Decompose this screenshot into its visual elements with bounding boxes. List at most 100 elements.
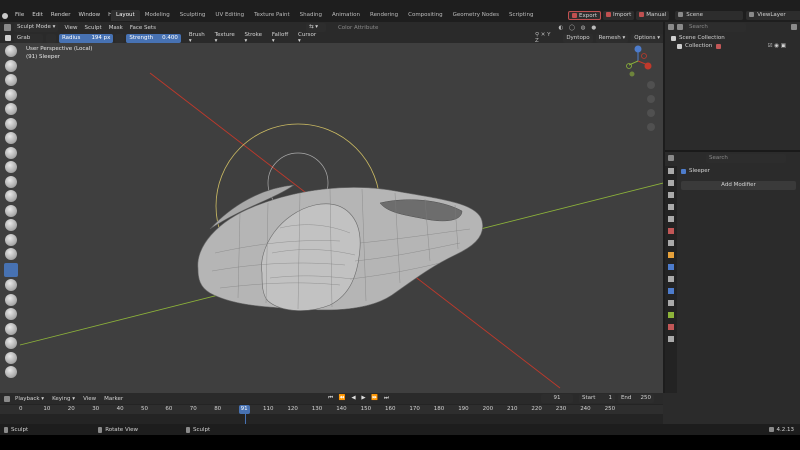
particles-tab-icon[interactable]	[668, 276, 674, 282]
tab-sculpting[interactable]: Sculpting	[175, 10, 211, 21]
multiplane-scrape-brush-icon[interactable]	[5, 233, 17, 246]
tool-tab-icon[interactable]	[668, 168, 674, 174]
tab-uv-editing[interactable]: UV Editing	[210, 10, 249, 21]
menu-view[interactable]: View	[64, 25, 77, 31]
tab-modeling[interactable]: Modeling	[140, 10, 175, 21]
layer-brush-icon[interactable]	[5, 117, 17, 130]
nudge-brush-icon[interactable]	[5, 337, 17, 349]
properties-search-input[interactable]: Search	[706, 153, 786, 163]
frame-ruler[interactable]: 0 10 20 30 40 50 60 70 80 91 110 120 130 140 150 160 170…	[0, 405, 663, 414]
thumb-brush-icon[interactable]	[5, 308, 17, 320]
collection-tab-icon[interactable]	[668, 240, 674, 246]
viewport-scene[interactable]	[0, 43, 663, 393]
brush-selector[interactable]: Grab	[13, 33, 44, 43]
clay-thumb-brush-icon[interactable]	[5, 103, 17, 115]
tab-texture-paint[interactable]: Texture Paint	[249, 10, 295, 21]
draw-sharp-brush-icon[interactable]	[5, 59, 17, 72]
current-frame-field[interactable]: 91	[540, 394, 573, 403]
zoom-icon[interactable]	[647, 81, 655, 89]
blender-logo-icon[interactable]	[2, 12, 8, 19]
visibility-checkbox[interactable]: ☑ ◉ ▣	[768, 43, 786, 49]
snake-hook-brush-icon[interactable]	[5, 293, 17, 306]
crease-brush-icon[interactable]	[5, 161, 17, 173]
menu-playback[interactable]: Playback ▾	[15, 396, 44, 402]
tab-layout[interactable]: Layout	[111, 10, 140, 21]
grab-brush-icon[interactable]	[4, 262, 18, 277]
navigation-gizmo[interactable]	[626, 45, 652, 77]
menu-face-sets[interactable]: Face Sets	[130, 25, 156, 31]
manual-button[interactable]: Manual	[636, 11, 670, 20]
tab-shading[interactable]: Shading	[295, 10, 327, 21]
mode-selector[interactable]: Sculpt Mode ▾	[14, 23, 59, 32]
end-frame-field[interactable]: End 250	[617, 394, 654, 403]
scrape-brush-icon[interactable]	[5, 219, 17, 231]
menu-keying[interactable]: Keying ▾	[52, 396, 75, 402]
elastic-deform-brush-icon[interactable]	[5, 279, 17, 291]
viewlayer-selector[interactable]: ViewLayer	[746, 11, 800, 20]
draw-brush-icon[interactable]	[5, 45, 17, 57]
menu-mask[interactable]: Mask	[109, 25, 123, 31]
tab-rendering[interactable]: Rendering	[365, 10, 403, 21]
clay-strips-brush-icon[interactable]	[5, 88, 17, 101]
clay-brush-icon[interactable]	[5, 74, 17, 86]
radius-pressure-toggle[interactable]	[115, 33, 125, 43]
add-modifier-button[interactable]: Add Modifier	[681, 181, 796, 190]
grid-icon[interactable]	[647, 123, 655, 131]
render-tab-icon[interactable]	[668, 180, 674, 186]
data-tab-icon[interactable]	[668, 312, 674, 318]
editor-type-icon[interactable]	[4, 24, 11, 31]
camera-icon[interactable]	[647, 109, 655, 117]
outliner-collection[interactable]: Collection ☑ ◉ ▣	[665, 42, 800, 50]
menu-edit[interactable]: Edit	[28, 10, 47, 21]
material-tab-icon[interactable]	[668, 324, 674, 330]
menu-file[interactable]: File	[11, 10, 28, 21]
menu-sculpt[interactable]: Sculpt	[85, 25, 102, 31]
overlay-controls[interactable]: ◐ ◯ ◍ ●	[558, 25, 598, 31]
rotate-brush-icon[interactable]	[5, 351, 17, 364]
scene-tab-icon[interactable]	[668, 216, 674, 222]
display-mode-icon[interactable]	[677, 24, 683, 30]
hand-pan-icon[interactable]	[647, 95, 655, 103]
pose-brush-icon[interactable]	[5, 322, 17, 335]
modifier-tab-icon[interactable]	[668, 264, 674, 270]
pinch-brush-icon[interactable]	[5, 248, 17, 260]
slide-relax-brush-icon[interactable]	[5, 366, 17, 378]
playback-controls[interactable]: ⏮ ⏪ ◀ ▶ ⏩ ⏭	[328, 395, 391, 402]
dyntopo-button[interactable]: Dyntopo	[563, 33, 593, 43]
tab-animation[interactable]: Animation	[327, 10, 365, 21]
properties-editor-icon[interactable]	[668, 155, 674, 161]
tab-compositing[interactable]: Compositing	[403, 10, 447, 21]
timeline-editor-icon[interactable]	[4, 395, 10, 402]
menu-render[interactable]: Render	[47, 10, 75, 21]
fill-brush-icon[interactable]	[5, 204, 17, 217]
inflate-brush-icon[interactable]	[5, 132, 17, 144]
output-tab-icon[interactable]	[668, 192, 674, 198]
grab-tool-icon[interactable]	[5, 35, 11, 41]
strength-field[interactable]: Strength 0.400	[126, 33, 181, 43]
3d-viewport[interactable]: User Perspective (Local) (91) Sleeper	[0, 43, 663, 393]
world-tab-icon[interactable]	[668, 228, 674, 234]
outliner-scene-collection[interactable]: Scene Collection	[665, 34, 800, 42]
flatten-brush-icon[interactable]	[5, 190, 17, 202]
menu-timeline-view[interactable]: View	[83, 396, 96, 402]
remesh-button[interactable]: Remesh ▾	[595, 33, 629, 43]
outliner-editor-icon[interactable]	[668, 24, 674, 30]
object-tab-icon[interactable]	[668, 252, 674, 258]
texture-tab-icon[interactable]	[668, 336, 674, 342]
tab-scripting[interactable]: Scripting	[504, 10, 538, 21]
options-button[interactable]: Options ▾	[631, 33, 663, 43]
scene-selector[interactable]: Scene	[675, 11, 744, 20]
import-button[interactable]: Import	[603, 11, 635, 20]
outliner-search-input[interactable]: Search	[686, 22, 746, 32]
filter-icon[interactable]	[791, 24, 797, 30]
blob-brush-icon[interactable]	[5, 146, 17, 159]
smooth-brush-icon[interactable]	[5, 175, 17, 188]
brush-preset-icon[interactable]	[46, 33, 56, 43]
symmetry-toggle[interactable]: ⇆ ▾	[305, 23, 326, 32]
radius-field[interactable]: Radius 194 px	[58, 33, 114, 43]
menu-window[interactable]: Window	[74, 10, 104, 21]
constraints-tab-icon[interactable]	[668, 300, 674, 306]
export-button[interactable]: Export	[568, 11, 602, 20]
tab-geometry-nodes[interactable]: Geometry Nodes	[448, 10, 504, 21]
menu-marker[interactable]: Marker	[104, 396, 123, 402]
